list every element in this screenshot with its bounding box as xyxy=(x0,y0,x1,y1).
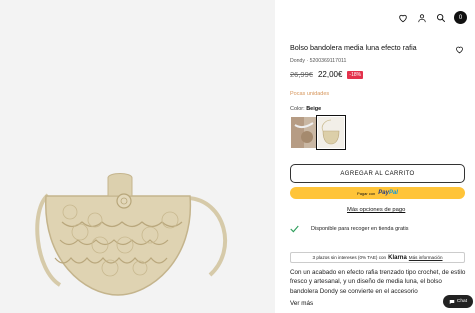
paypal-logo-pal: Pal xyxy=(388,190,398,196)
current-price: 22,00€ xyxy=(317,70,343,79)
cart-count-badge[interactable]: 0 xyxy=(454,11,467,24)
old-price: 26,99€ xyxy=(290,70,313,79)
klarna-info-link[interactable]: Más información xyxy=(409,255,443,260)
store-pickup-row: Disponible para recoger en tienda gratis xyxy=(290,225,409,233)
klarna-logo-icon: Klarna xyxy=(388,254,407,261)
stock-notice: Pocas unidades xyxy=(290,91,330,97)
header-icons: 0 xyxy=(397,11,467,24)
user-icon[interactable] xyxy=(416,12,428,24)
paypal-logo-icon: PayPal xyxy=(378,190,398,196)
paypal-button[interactable]: Pagar con PayPal xyxy=(290,187,465,199)
color-label-prefix: Color: xyxy=(290,106,305,112)
product-sku: Dondy · 5200369117011 xyxy=(290,58,347,64)
check-icon xyxy=(290,225,299,233)
paypal-logo-pay: Pay xyxy=(378,190,389,196)
store-pickup-text: Disponible para recoger en tienda gratis xyxy=(311,226,409,232)
chat-bubble-icon xyxy=(449,299,455,304)
wishlist-heart-icon[interactable] xyxy=(455,41,464,59)
product-description: Con un acabado en efecto rafia trenzado … xyxy=(290,269,466,295)
discount-badge: -18% xyxy=(347,70,364,79)
color-value: Beige xyxy=(306,106,322,112)
klarna-installments: 3 plazos sin intereses (0% TAE) con Klar… xyxy=(290,252,465,263)
add-to-cart-button[interactable]: AGREGAR AL CARRITO xyxy=(290,164,465,183)
product-image xyxy=(35,173,227,296)
paypal-prefix: Pagar con xyxy=(357,190,376,196)
color-label: Color: Beige xyxy=(290,106,321,112)
klarna-text: 3 plazos sin intereses (0% TAE) con xyxy=(312,255,387,260)
product-title: Bolso bandolera media luna efecto rafia xyxy=(290,43,417,52)
search-icon[interactable] xyxy=(435,12,447,24)
heart-icon[interactable] xyxy=(397,12,409,24)
color-swatch-1[interactable] xyxy=(291,117,317,148)
color-swatch-2-selected[interactable] xyxy=(316,115,346,150)
price-row: 26,99€ 22,00€ -18% xyxy=(290,70,364,79)
more-payment-options-link[interactable]: Más opciones de pago xyxy=(347,207,405,213)
see-more-link[interactable]: Ver más xyxy=(290,300,313,307)
product-image-gallery[interactable] xyxy=(0,0,275,313)
chat-label: Chat xyxy=(456,299,468,304)
chat-button[interactable]: Chat xyxy=(443,295,473,308)
